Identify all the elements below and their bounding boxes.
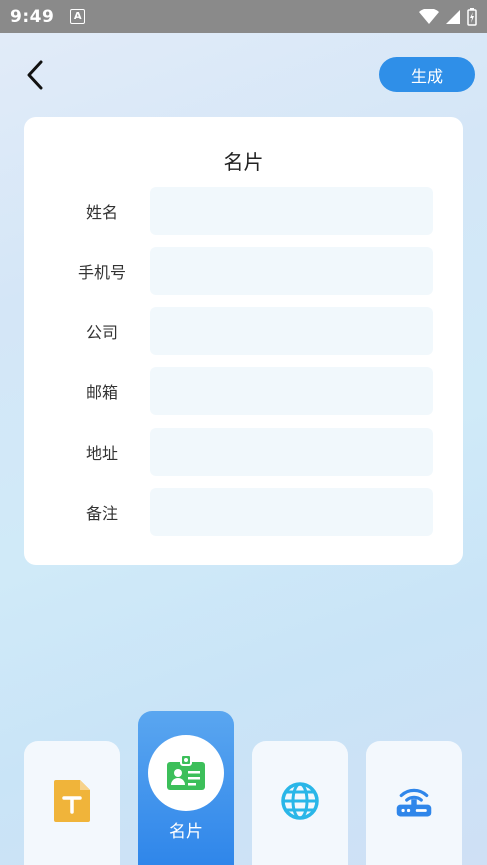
- tab-url[interactable]: [252, 741, 348, 865]
- battery-charging-icon: [467, 7, 477, 26]
- note-input[interactable]: [150, 488, 433, 536]
- field-label: 公司: [85, 323, 118, 342]
- phone-input[interactable]: [150, 247, 433, 295]
- wifi-icon: [419, 8, 439, 24]
- tab-text[interactable]: [24, 741, 120, 865]
- company-input[interactable]: [150, 307, 433, 355]
- form-row-note: 备注: [24, 488, 463, 536]
- field-label: 手机号: [77, 263, 126, 282]
- tab-business-card[interactable]: 名片: [138, 711, 234, 865]
- text-file-icon: [52, 779, 92, 823]
- form-row-company: 公司: [24, 307, 463, 355]
- globe-icon: [280, 779, 320, 823]
- field-label: 备注: [85, 504, 118, 523]
- business-card-icon: [167, 754, 205, 790]
- back-button[interactable]: [20, 58, 50, 92]
- tab-wifi[interactable]: [366, 741, 462, 865]
- generate-button[interactable]: 生成: [379, 57, 475, 92]
- status-bar: 9:49 A: [0, 0, 487, 33]
- chevron-left-icon: [27, 60, 43, 90]
- field-label: 地址: [85, 444, 118, 463]
- form-row-phone: 手机号: [24, 247, 463, 295]
- field-label: 姓名: [85, 203, 118, 222]
- form-row-name: 姓名: [24, 187, 463, 235]
- tab-label: 名片: [169, 822, 203, 842]
- form-row-email: 邮箱: [24, 367, 463, 415]
- status-time: 9:49: [10, 6, 55, 27]
- name-input[interactable]: [150, 187, 433, 235]
- form-row-address: 地址: [24, 428, 463, 476]
- email-input[interactable]: [150, 367, 433, 415]
- accessibility-a-icon: A: [70, 9, 86, 24]
- router-wifi-icon: [394, 779, 434, 823]
- signal-icon: [446, 9, 460, 24]
- field-label: 邮箱: [85, 383, 118, 402]
- status-icons: [419, 7, 477, 26]
- card-title: 名片: [223, 150, 264, 174]
- address-input[interactable]: [150, 428, 433, 476]
- tab-icon-circle: [148, 735, 224, 811]
